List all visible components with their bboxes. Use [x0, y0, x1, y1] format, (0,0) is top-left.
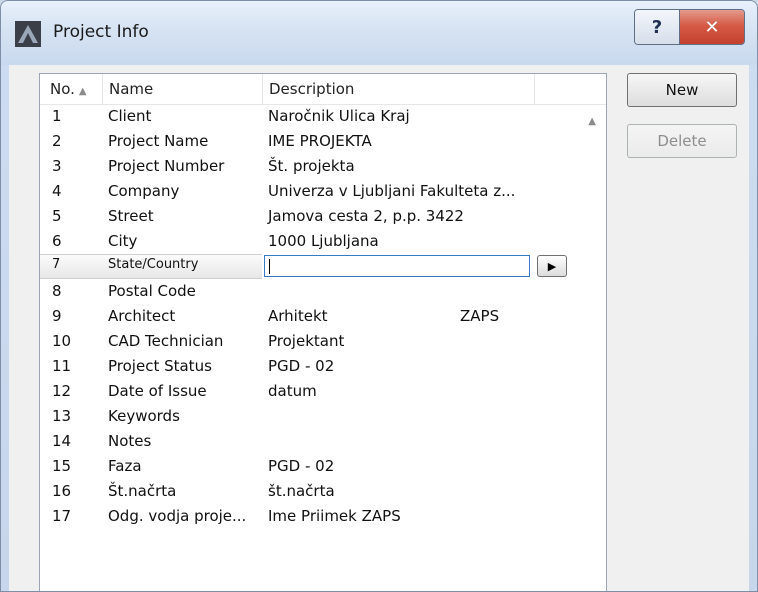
row-description: Projektant — [268, 332, 345, 350]
row-name: State/Country — [108, 257, 199, 272]
row-description: Jamova cesta 2, p.p. 3422 — [268, 207, 464, 225]
row-description: PGD - 02 — [268, 357, 335, 375]
column-header-description[interactable]: Description — [262, 74, 532, 104]
row-name: Keywords — [108, 407, 180, 425]
row-name: Architect — [108, 307, 176, 325]
table-row[interactable]: 13 Keywords — [40, 404, 580, 429]
scroll-up-arrow-icon[interactable]: ▲ — [588, 116, 596, 127]
row-description: datum — [268, 382, 317, 400]
row-number: 11 — [52, 357, 72, 375]
row-number: 5 — [52, 207, 62, 225]
row-number: 4 — [52, 182, 62, 200]
play-arrow-icon[interactable]: ▶ — [537, 255, 567, 277]
row-number: 3 — [52, 157, 62, 175]
row-name: Notes — [108, 432, 152, 450]
title-bar[interactable]: Project Info ? ✕ — [1, 1, 757, 65]
row-number: 12 — [52, 382, 72, 400]
row-number: 8 — [52, 282, 62, 300]
new-button[interactable]: New — [627, 73, 737, 107]
text-caret — [269, 259, 270, 274]
description-edit-field[interactable] — [264, 255, 530, 277]
column-header-extra[interactable] — [534, 74, 606, 104]
help-button[interactable]: ? — [635, 10, 680, 44]
row-name: Client — [108, 107, 152, 125]
row-number: 16 — [52, 482, 72, 500]
table-row[interactable]: 12 Date of Issue datum — [40, 379, 580, 404]
row-number: 1 — [52, 107, 62, 125]
row-number: 10 — [52, 332, 72, 350]
row-number: 13 — [52, 407, 72, 425]
row-description: Ime Priimek ZAPS — [268, 507, 401, 525]
table-row[interactable]: 10 CAD Technician Projektant — [40, 329, 580, 354]
project-info-dialog: Project Info ? ✕ No. ▲ Name Description 1… — [0, 0, 758, 592]
row-name: Project Name — [108, 132, 209, 150]
row-name: Project Number — [108, 157, 225, 175]
row-name: Company — [108, 182, 180, 200]
row-name: Št.načrta — [108, 482, 177, 500]
row-name: Project Status — [108, 357, 212, 375]
row-number: 15 — [52, 457, 72, 475]
row-description: 1000 Ljubljana — [268, 232, 379, 250]
dialog-body: No. ▲ Name Description 1 Client Naročnik Ul… — [9, 65, 749, 591]
close-button[interactable]: ✕ — [680, 10, 744, 44]
row-number: 6 — [52, 232, 62, 250]
row-description: Univerza v Ljubljani Fakulteta z... — [268, 182, 516, 200]
archicad-app-icon — [15, 21, 41, 47]
row-extra: ZAPS — [460, 307, 500, 325]
table-row[interactable]: 17 Odg. vodja proje... Ime Priimek ZAPS — [40, 504, 580, 529]
row-number: 14 — [52, 432, 72, 450]
table-row[interactable]: 14 Notes — [40, 429, 580, 454]
row-description: Arhitekt — [268, 307, 328, 325]
column-header-no-label: No. — [50, 80, 75, 98]
row-description: PGD - 02 — [268, 457, 335, 475]
row-name: Faza — [108, 457, 142, 475]
row-description: IME PROJEKTA — [268, 132, 372, 150]
project-info-list[interactable]: No. ▲ Name Description 1 Client Naročnik Ul… — [39, 73, 607, 591]
row-name: Postal Code — [108, 282, 196, 300]
table-row[interactable]: 15 Faza PGD - 02 — [40, 454, 580, 479]
table-row[interactable]: 9 Architect Arhitekt ZAPS — [40, 304, 580, 329]
table-row[interactable]: 7 State/Country ▶ — [40, 254, 580, 279]
row-number: 9 — [52, 307, 62, 325]
sort-ascending-icon: ▲ — [78, 86, 87, 97]
column-header-name[interactable]: Name — [102, 74, 252, 104]
row-name: City — [108, 232, 138, 250]
row-name: Street — [108, 207, 154, 225]
table-row[interactable]: 5 Street Jamova cesta 2, p.p. 3422 — [40, 204, 580, 229]
row-description: Št. projekta — [268, 157, 355, 175]
table-row[interactable]: 1 Client Naročnik Ulica Kraj — [40, 104, 580, 129]
window-title: Project Info — [53, 22, 149, 42]
list-rows: 1 Client Naročnik Ulica Kraj 2 Project Name I… — [40, 104, 580, 529]
row-number: 2 — [52, 132, 62, 150]
row-name: Date of Issue — [108, 382, 207, 400]
row-name: Odg. vodja proje... — [108, 507, 247, 525]
table-row[interactable]: 11 Project Status PGD - 02 — [40, 354, 580, 379]
caption-buttons: ? ✕ — [634, 9, 745, 45]
column-header-no[interactable]: No. ▲ — [50, 74, 105, 104]
table-row[interactable]: 4 Company Univerza v Ljubljani Fakulteta z… — [40, 179, 580, 204]
list-header: No. ▲ Name Description — [40, 74, 606, 105]
row-number: 17 — [52, 507, 72, 525]
row-name: CAD Technician — [108, 332, 224, 350]
table-row[interactable]: 3 Project Number Št. projekta — [40, 154, 580, 179]
row-description: št.načrta — [268, 482, 335, 500]
table-row[interactable]: 6 City 1000 Ljubljana — [40, 229, 580, 254]
table-row[interactable]: 2 Project Name IME PROJEKTA — [40, 129, 580, 154]
delete-button: Delete — [627, 124, 737, 158]
table-row[interactable]: 16 Št.načrta št.načrta — [40, 479, 580, 504]
row-number: 7 — [52, 257, 61, 272]
row-description: Naročnik Ulica Kraj — [268, 107, 410, 125]
table-row[interactable]: 8 Postal Code — [40, 279, 580, 304]
